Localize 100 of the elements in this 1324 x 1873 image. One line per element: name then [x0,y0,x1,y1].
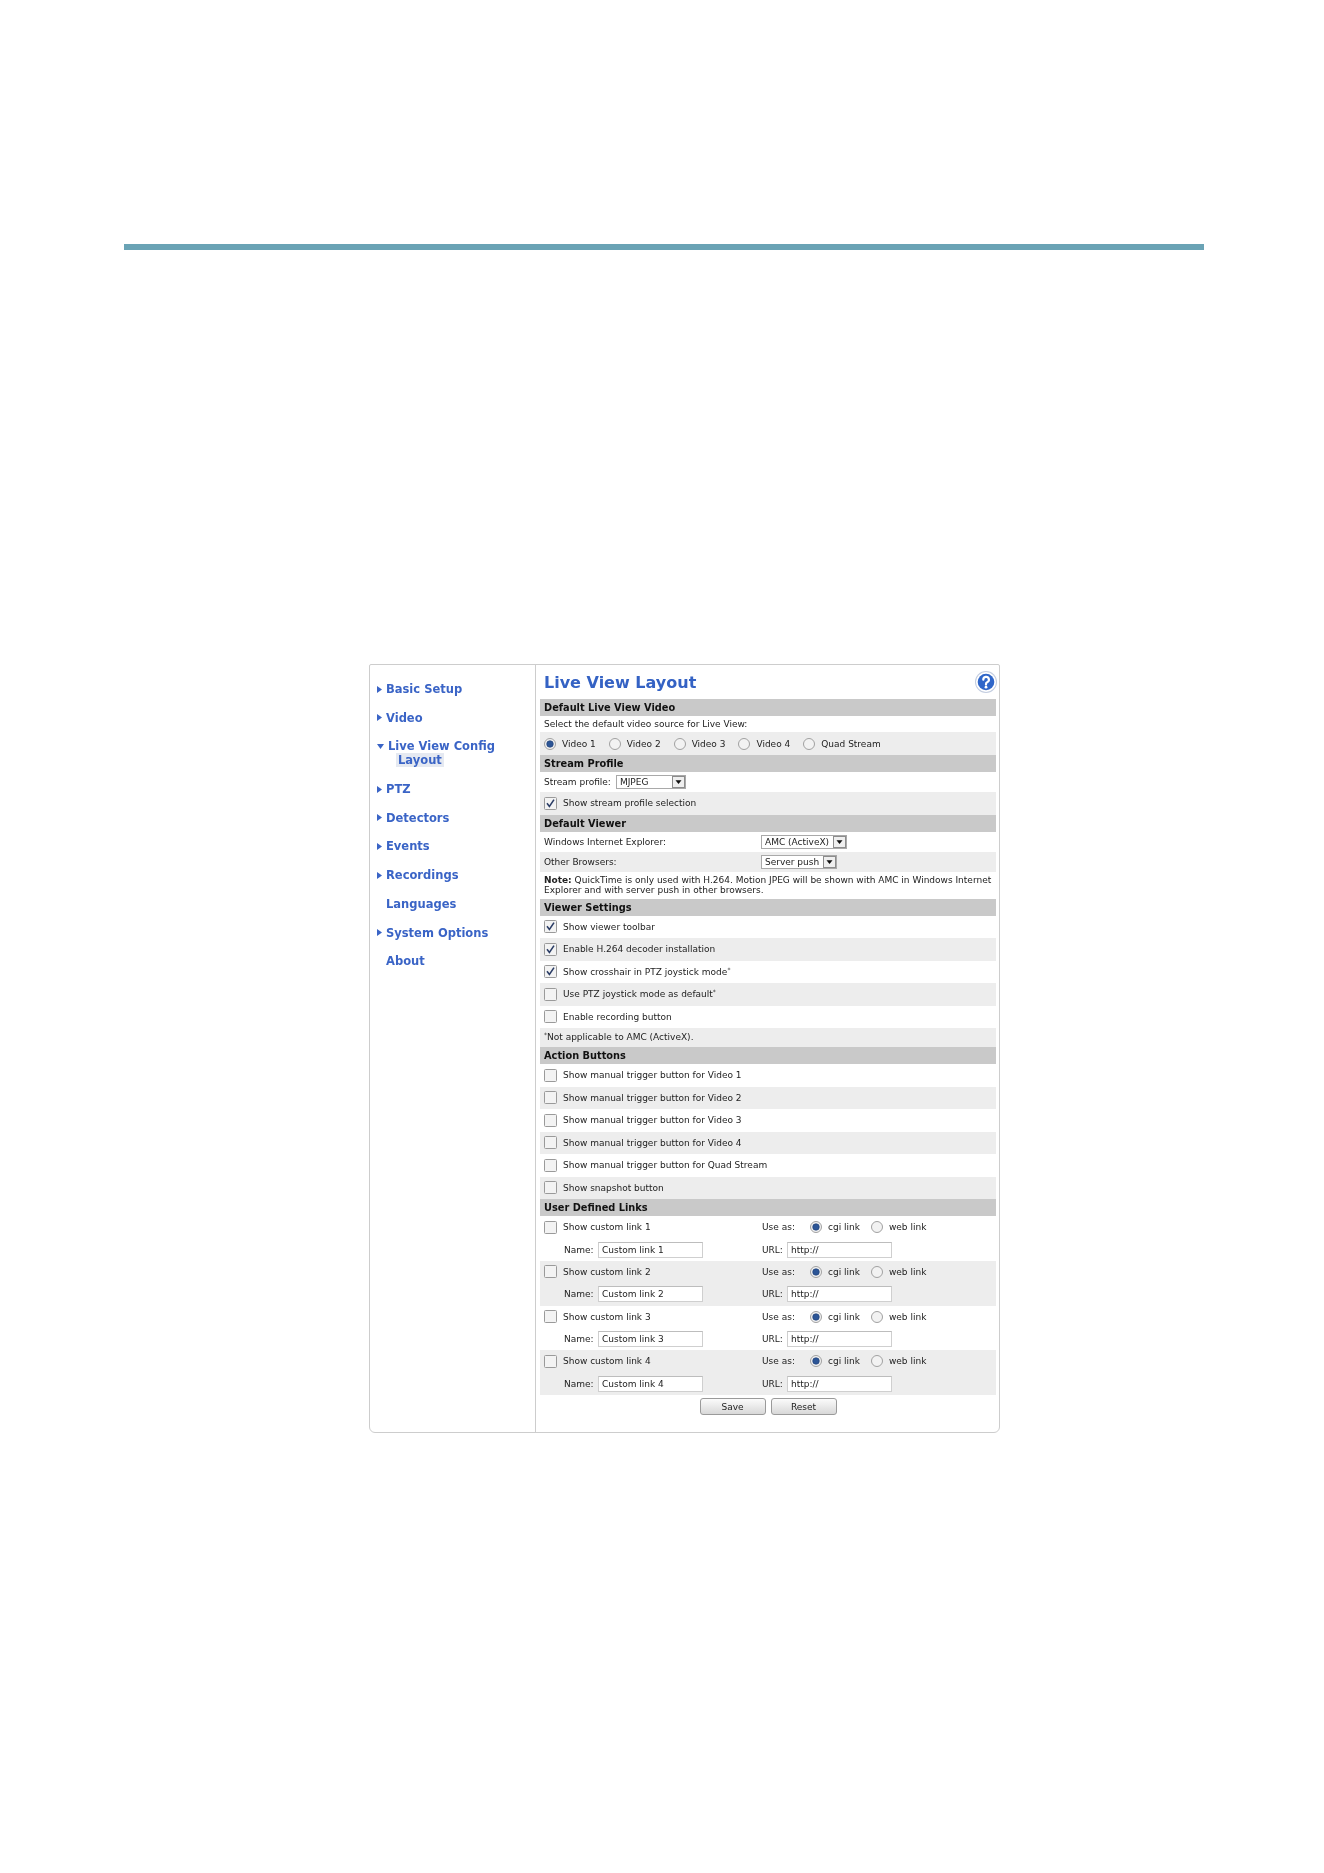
save-button[interactable]: Save [699,1398,766,1415]
name-field[interactable]: Custom link 3 [598,1331,703,1348]
checkbox[interactable] [544,1010,557,1024]
checkbox-label: Show crosshair in PTZ joystick mode$^{*}$ [563,966,731,977]
dropdown[interactable]: AMC (ActiveX) [761,834,848,849]
nav-link[interactable]: Detectors [377,810,452,825]
checkbox[interactable] [544,965,557,979]
radio-button[interactable] [673,737,686,750]
radio-button[interactable] [803,737,816,750]
nav-link[interactable]: System Options [377,925,491,940]
checkbox-label: Show custom link 1 [563,1222,651,1233]
checkbox[interactable] [544,1068,557,1082]
nav-link[interactable]: Video [377,710,425,725]
nav-link[interactable]: Languages [377,896,459,911]
radio-label: cgi link [828,1266,860,1277]
checkbox[interactable] [544,987,557,1001]
radio-label: web link [888,1311,927,1322]
section-header: Default Live View Video [540,699,996,716]
checkbox[interactable] [544,1265,557,1279]
reset-button[interactable]: Reset [770,1398,837,1415]
checkbox[interactable] [544,942,557,956]
radio-button[interactable] [870,1355,883,1368]
field-label: Use as: [762,1356,796,1367]
caret-right-icon [377,842,382,850]
checkbox[interactable] [544,1113,557,1127]
instruction-text: Select the default video source for Live View: [544,719,748,729]
radio-label: web link [888,1266,927,1277]
radio-button[interactable] [810,1355,822,1368]
checkbox[interactable] [544,796,557,810]
checkbox[interactable] [544,1158,557,1172]
page-title: Live View Layout [544,672,697,692]
caret-icon [823,855,837,868]
caret-right-icon [377,714,382,722]
field-label: Name: [564,1289,595,1300]
radio-label: Video 1 [562,738,596,749]
checkbox[interactable] [544,1220,557,1234]
name-field[interactable]: Custom link 1 [598,1241,703,1258]
caret-right-icon [377,685,382,693]
checkbox-label: Enable recording button [563,1011,672,1022]
checkbox[interactable] [544,1310,557,1324]
nav-link[interactable]: PTZ [377,782,413,797]
radio-label: cgi link [828,1356,860,1367]
checkbox-label: Show custom link 2 [563,1266,651,1277]
caret-right-icon [377,871,382,879]
section-header: Viewer Settings [540,898,996,916]
radio-label: Quad Stream [821,738,881,749]
checkbox[interactable] [544,1091,557,1105]
field-label: Use as: [762,1266,796,1277]
section-header: User Defined Links [540,1199,996,1216]
radio-button[interactable] [810,1310,822,1323]
url-field[interactable]: http:// [787,1331,892,1348]
checkbox[interactable] [544,1181,557,1195]
url-field[interactable]: http:// [787,1241,892,1258]
caret-right-icon [377,814,382,822]
caret-right-icon [377,785,382,793]
caret-icon [833,835,847,848]
field-label: Stream profile: [544,777,611,787]
radio-button[interactable] [810,1221,822,1234]
radio-button[interactable] [870,1265,883,1278]
radio-label: web link [888,1222,927,1233]
field-label: Name: [564,1334,595,1345]
url-field[interactable]: http:// [787,1375,892,1392]
name-field[interactable]: Custom link 2 [598,1286,703,1303]
radio-button[interactable] [810,1265,822,1278]
url-field[interactable]: http:// [787,1286,892,1303]
checkbox[interactable] [544,1136,557,1150]
field-label: Windows Internet Explorer: [544,836,667,847]
checkbox[interactable] [544,920,557,934]
field-label: Use as: [762,1222,796,1233]
nav-link[interactable]: About [377,954,427,969]
section-header: Action Buttons [540,1047,996,1064]
checkbox-label: Show manual trigger button for Video 1 [563,1070,742,1081]
nav-link[interactable]: Basic Setup [377,682,465,696]
radio-button[interactable] [870,1221,883,1234]
checkbox-label: Show custom link 3 [563,1311,651,1322]
name-field[interactable]: Custom link 4 [598,1375,703,1392]
checkbox-label: Show viewer toolbar [563,921,655,932]
nav-link[interactable]: Live View Config [377,739,497,754]
radio-label: cgi link [828,1222,860,1233]
checkbox[interactable] [544,1354,557,1368]
note-text: $^{*}$Not applicable to AMC (ActiveX). [544,1032,694,1043]
checkbox-label: Show manual trigger button for Video 4 [563,1137,742,1148]
field-label: URL: [762,1334,784,1345]
help-icon[interactable] [975,671,997,693]
radio-button[interactable] [608,737,621,750]
radio-label: Video 3 [691,738,726,749]
radio-label: web link [888,1356,927,1367]
nav-link[interactable]: Events [377,839,432,854]
checkbox-label: Show manual trigger button for Video 3 [563,1115,742,1126]
dropdown[interactable]: MJPEG [615,775,686,789]
field-label: Name: [564,1378,595,1389]
radio-button[interactable] [870,1310,883,1323]
nav-link[interactable]: Recordings [377,868,461,883]
dropdown[interactable]: Server push [761,854,838,869]
radio-button[interactable] [544,737,556,750]
checkbox-label: Show manual trigger button for Video 2 [563,1092,742,1103]
radio-button[interactable] [738,737,751,750]
checkbox-label: Show manual trigger button for Quad Stream [563,1160,768,1171]
radio-label: Video 2 [626,738,661,749]
nav-link[interactable]: Layout [396,753,444,768]
